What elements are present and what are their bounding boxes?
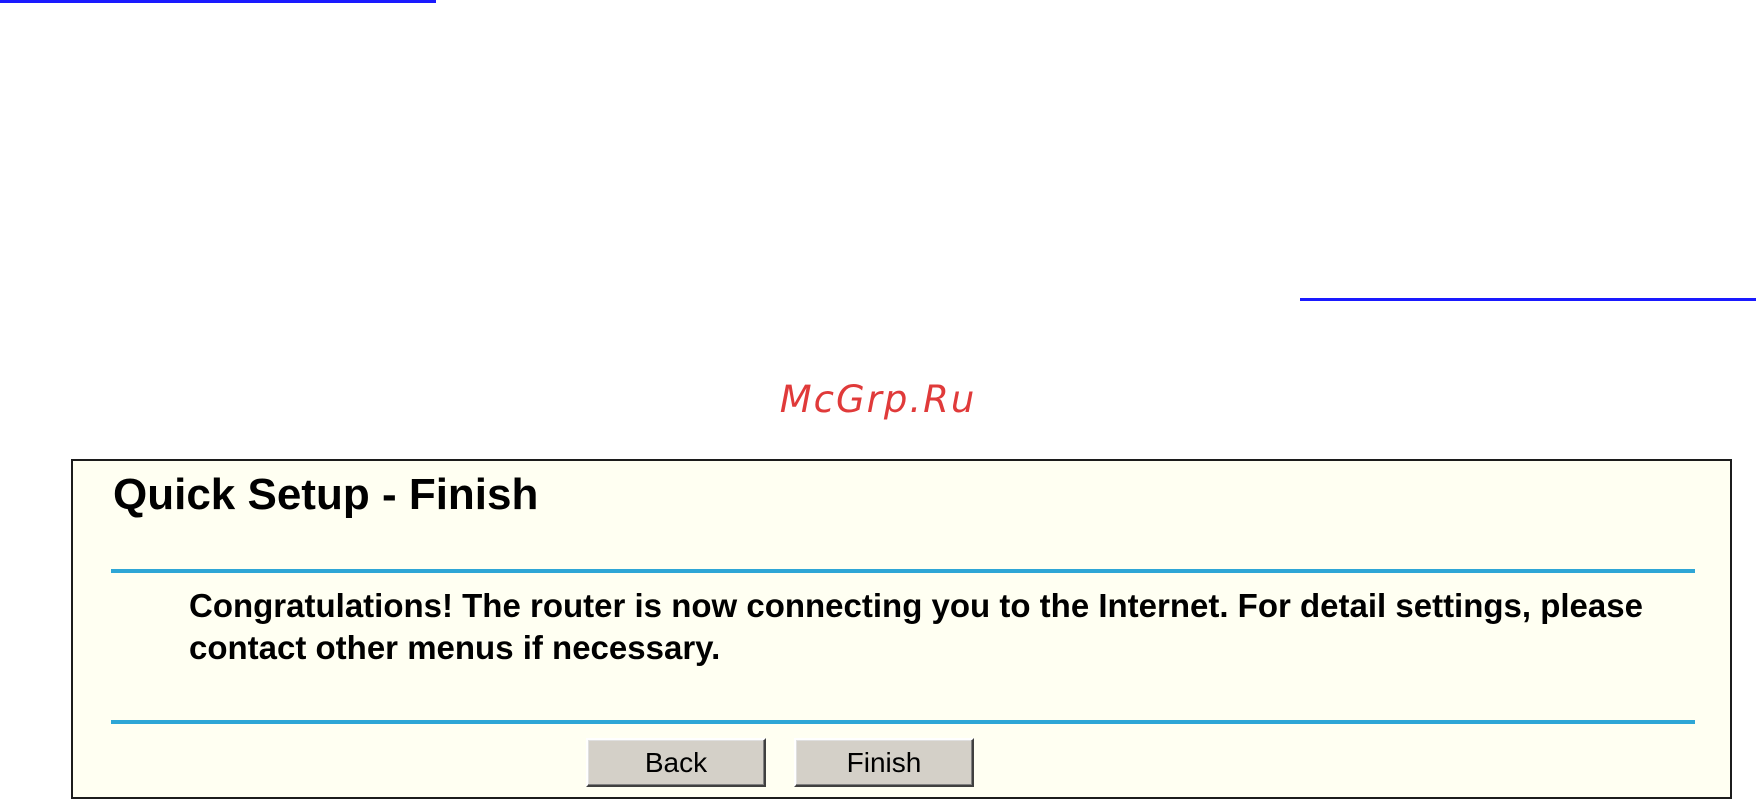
watermark: McGrp.Ru: [779, 378, 977, 421]
decorative-blue-line-top: [0, 0, 436, 3]
back-button[interactable]: Back: [586, 738, 766, 787]
finish-button[interactable]: Finish: [794, 738, 974, 787]
divider-bottom: [111, 720, 1695, 724]
congratulations-message: Congratulations! The router is now conne…: [189, 587, 1643, 666]
quick-setup-finish-panel: Quick Setup - Finish Congratulations! Th…: [71, 459, 1732, 799]
decorative-blue-line-right: [1300, 298, 1756, 301]
divider-top: [111, 569, 1695, 573]
page-title: Quick Setup - Finish: [113, 470, 539, 519]
